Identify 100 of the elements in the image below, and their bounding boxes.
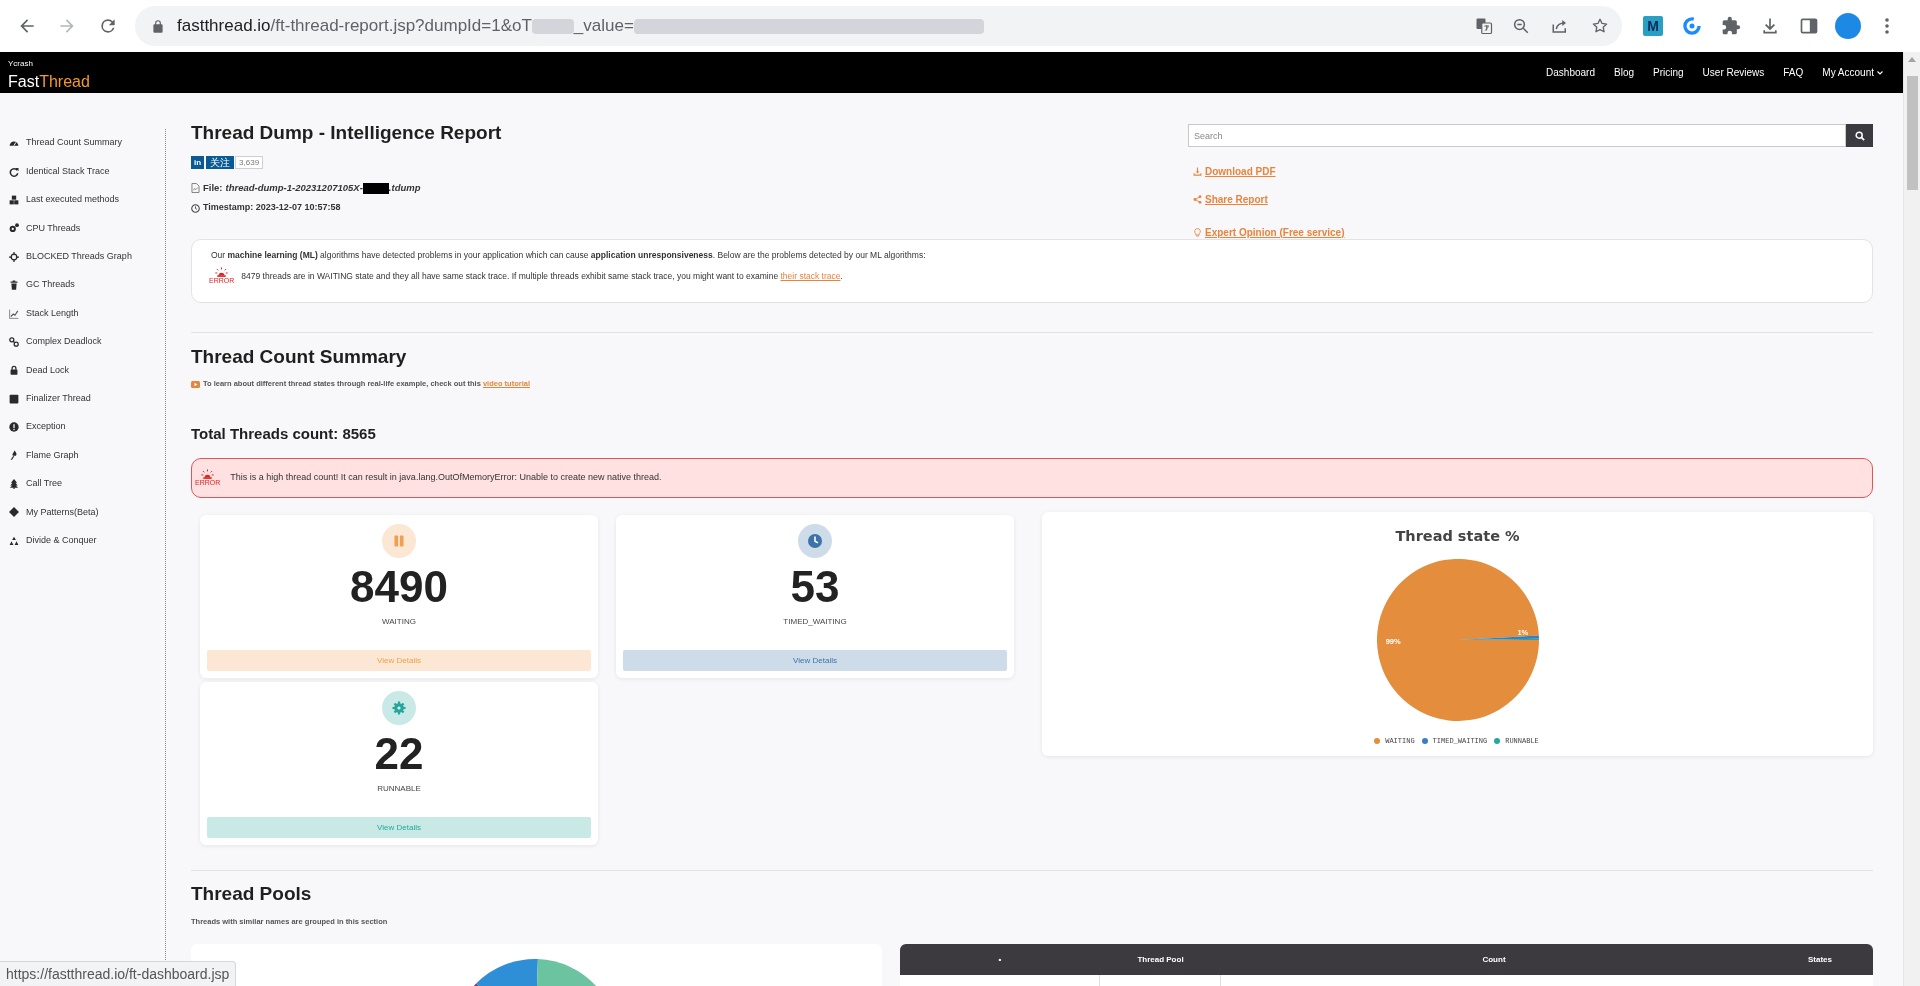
total-count-text: Total Threads count: 8565 xyxy=(191,424,377,444)
page-title: Thread Dump - Intelligence Report xyxy=(191,121,502,145)
state-label: WAITING xyxy=(382,616,416,627)
sidebar-item[interactable]: Complex Deadlock xyxy=(0,327,165,357)
count-value: 8490 xyxy=(350,564,448,610)
download-icon xyxy=(1193,166,1202,176)
zoom-out-icon[interactable] xyxy=(1512,17,1530,35)
url-path-text: _value= xyxy=(573,15,634,38)
sidebar-item[interactable]: Identical Stack Trace xyxy=(0,157,165,186)
sidebar-item[interactable]: Dead Lock xyxy=(0,356,165,385)
sidebar-item[interactable]: Thread Count Summary xyxy=(0,129,165,158)
nav-link[interactable]: FAQ xyxy=(1783,65,1804,80)
state-label: RUNNABLE xyxy=(377,783,421,794)
state-label: TIMED_WAITING xyxy=(783,616,847,627)
share-icon[interactable] xyxy=(1551,17,1569,35)
sidebar-item[interactable]: My Patterns(Beta) xyxy=(0,498,165,527)
flame-icon xyxy=(9,450,19,461)
sidebar-item[interactable]: GC Threads xyxy=(0,270,165,300)
lock-icon xyxy=(151,18,165,34)
file-label: File: xyxy=(203,180,223,195)
section-title: Thread Pools xyxy=(191,882,313,906)
notice-text: Our machine learning (ML) algorithms have detected problems in your application which can cause application unresponsiveness. Below are the problems detected by our ML algorithms: xyxy=(211,249,927,261)
nav-link[interactable]: Blog xyxy=(1614,65,1634,80)
legend-dot-icon xyxy=(1374,738,1381,744)
refresh-icon xyxy=(9,166,19,177)
column-header[interactable]: States xyxy=(1767,953,1873,966)
side-panel-icon[interactable] xyxy=(1799,16,1819,36)
sidebar-item[interactable]: BLOCKED Threads Graph xyxy=(0,242,165,271)
logo-text[interactable]: FastThread xyxy=(8,73,90,90)
line-chart-icon xyxy=(9,308,19,319)
logo-tagline: Ycrash xyxy=(8,60,34,68)
lock-icon xyxy=(9,365,19,376)
file-icon xyxy=(191,183,200,193)
chevron-down-icon xyxy=(1877,70,1883,75)
clock-icon xyxy=(191,203,200,213)
file-name-text: .tdump xyxy=(388,180,421,195)
diamond-icon xyxy=(9,507,19,518)
square-icon xyxy=(9,393,19,404)
nav-link[interactable]: My Account xyxy=(1822,65,1883,80)
status-bar: https://fastthread.io/ft-dashboard.jsp xyxy=(0,961,237,986)
column-header[interactable]: Count xyxy=(1221,953,1767,966)
gear-icon xyxy=(382,691,416,725)
timestamp-text: Timestamp: 2023-12-07 10:57:58 xyxy=(203,201,341,215)
nav-link[interactable]: Dashboard xyxy=(1546,65,1595,80)
follower-count: 3,639 xyxy=(235,156,264,169)
pie-slice xyxy=(537,959,597,986)
file-name-text: thread-dump-1-20231207105X- xyxy=(225,180,363,195)
lightbulb-icon xyxy=(1193,227,1202,237)
reload-icon[interactable] xyxy=(98,16,118,36)
play-icon xyxy=(191,380,200,388)
extension-button[interactable]: M xyxy=(1643,16,1663,36)
address-bar[interactable]: fastthread.io/ft-thread-report.jsp?dumpId=1&oT _value= xyxy=(135,6,1622,46)
column-header[interactable]: • xyxy=(900,953,1100,966)
sidebar-item[interactable]: Call Tree xyxy=(0,469,165,499)
search-field[interactable]: Search xyxy=(1188,124,1846,147)
view-details-button[interactable]: View Details xyxy=(623,650,1007,671)
gears-icon xyxy=(9,223,19,234)
triangles-icon xyxy=(9,535,19,546)
nav-link[interactable]: User Reviews xyxy=(1702,65,1765,80)
sidebar-item[interactable]: CPU Threads xyxy=(0,214,165,243)
section-title: Thread Count Summary xyxy=(191,345,408,369)
blurred-text xyxy=(531,18,574,34)
legend-dot-icon xyxy=(1421,738,1428,744)
puzzle-icon[interactable] xyxy=(1721,16,1741,36)
cubes-icon xyxy=(9,194,19,205)
legend-dot-icon xyxy=(1494,738,1501,744)
siren-icon xyxy=(201,469,215,479)
count-value: 22 xyxy=(374,731,424,777)
download-icon[interactable] xyxy=(1760,16,1780,36)
avatar-icon[interactable] xyxy=(1835,13,1861,39)
scrollbar[interactable] xyxy=(1903,52,1920,986)
url-host-text: fastthread.io xyxy=(177,15,271,38)
trash-icon xyxy=(9,280,19,291)
chart-title: Thread state % xyxy=(1395,527,1520,546)
exclamation-circle-icon xyxy=(9,422,19,433)
count-value: 53 xyxy=(790,564,840,610)
column-header[interactable]: Thread Pool xyxy=(1100,953,1221,966)
sidebar-item[interactable]: Finalizer Thread xyxy=(0,384,165,413)
menu-icon[interactable] xyxy=(1885,18,1889,34)
siren-icon xyxy=(215,267,229,277)
problem-text: 8479 threads are in WAITING state and they all have same stack trace. If multiple threads exhibit same stack trace, you might want to examine their stack trace. xyxy=(241,269,843,283)
search-icon xyxy=(1854,130,1865,141)
clock-icon xyxy=(798,524,832,558)
translate-icon[interactable] xyxy=(1475,17,1493,35)
sidebar-item[interactable]: Exception xyxy=(0,412,165,442)
sidebar-item[interactable]: Stack Length xyxy=(0,299,165,328)
sidebar-item[interactable]: Last executed methods xyxy=(0,185,165,215)
share-icon xyxy=(1193,194,1202,204)
sidebar-item[interactable]: Flame Graph xyxy=(0,441,165,470)
crosshair-icon xyxy=(9,251,19,262)
link-icon xyxy=(9,336,19,347)
url-path-text: /ft-thread-report.jsp?dumpId=1&oT xyxy=(270,15,532,38)
scrollbar-thumb[interactable] xyxy=(1906,76,1918,190)
search-button[interactable] xyxy=(1846,124,1873,147)
ring-icon[interactable] xyxy=(1682,16,1702,36)
sidebar-item[interactable]: Divide & Conquer xyxy=(0,526,165,555)
nav-link[interactable]: Pricing xyxy=(1653,65,1684,80)
tree-icon xyxy=(9,478,19,489)
follow-button[interactable]: 关注 xyxy=(206,156,235,169)
star-icon[interactable] xyxy=(1591,17,1609,35)
